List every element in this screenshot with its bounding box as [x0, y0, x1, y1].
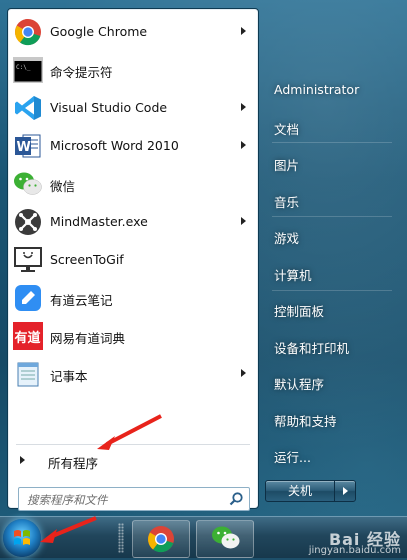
shutdown-options-button[interactable] [334, 480, 356, 502]
word-icon: W [12, 130, 44, 162]
right-item-default-programs[interactable]: 默认程序 [266, 368, 401, 394]
program-label: Google Chrome [50, 24, 148, 39]
program-label: 命令提示符 [50, 65, 113, 80]
program-item-cmd[interactable]: C:\_ 命令提示符 [8, 51, 258, 89]
program-label: 记事本 [50, 369, 88, 384]
program-item-word[interactable]: W Microsoft Word 2010 [8, 127, 258, 165]
right-item-label: 文档 [274, 121, 300, 137]
search-icon[interactable] [228, 491, 244, 507]
watermark-brand: Bai 经验 [328, 530, 401, 549]
right-item-label: 音乐 [274, 194, 300, 210]
right-divider [272, 142, 392, 143]
program-label: ScreenToGif [50, 252, 124, 267]
right-item-user[interactable]: Administrator [266, 76, 401, 102]
right-item-label: 帮助和支持 [274, 413, 337, 429]
right-item-label: 运行... [274, 450, 311, 465]
svg-text:C:\_: C:\_ [16, 64, 31, 71]
svg-text:有道: 有道 [15, 330, 41, 346]
program-item-chrome[interactable]: Google Chrome [8, 13, 258, 51]
youdao-note-icon [12, 282, 44, 314]
submenu-arrow-icon [241, 103, 246, 111]
search-box[interactable] [18, 487, 250, 511]
program-label: 网易有道词典 [50, 331, 126, 346]
right-item-label: 设备和打印机 [274, 340, 350, 356]
right-divider [272, 216, 392, 217]
right-item-help[interactable]: 帮助和支持 [266, 405, 401, 431]
all-programs-button[interactable]: 所有程序 [8, 449, 258, 471]
program-item-wechat[interactable]: 微信 [8, 165, 258, 203]
vscode-icon [12, 92, 44, 124]
windows-logo-icon [14, 530, 30, 545]
taskbar-button-chrome[interactable] [132, 520, 190, 558]
right-item-games[interactable]: 游戏 [266, 222, 401, 248]
submenu-arrow-icon [241, 27, 246, 35]
mindmaster-icon [12, 206, 44, 238]
right-item-label: Administrator [274, 82, 360, 97]
right-divider [272, 290, 392, 291]
program-item-mindmaster[interactable]: MindMaster.exe [8, 203, 258, 241]
right-item-label: 控制面板 [274, 304, 325, 319]
program-list: Google Chrome C:\_ 命令提示符 Visual Studio C… [8, 13, 258, 393]
program-item-screentogif[interactable]: ScreenToGif [8, 241, 258, 279]
submenu-arrow-icon [241, 217, 246, 225]
taskbar: Bai 经验 jingyan.baidu.com [0, 516, 407, 558]
start-menu: Google Chrome C:\_ 命令提示符 Visual Studio C… [0, 0, 407, 516]
right-item-music[interactable]: 音乐 [266, 186, 401, 212]
program-label: 微信 [50, 179, 76, 194]
submenu-arrow-icon [241, 141, 246, 149]
right-item-label: 默认程序 [274, 377, 325, 392]
right-item-control-panel[interactable]: 控制面板 [266, 295, 401, 321]
programs-pane: Google Chrome C:\_ 命令提示符 Visual Studio C… [7, 8, 259, 511]
right-item-devices-printers[interactable]: 设备和打印机 [266, 332, 401, 358]
screentogif-icon [12, 244, 44, 276]
all-programs-label: 所有程序 [48, 456, 99, 471]
taskbar-grip[interactable] [118, 523, 124, 553]
program-item-youdao-note[interactable]: 有道云笔记 [8, 279, 258, 317]
program-label: 有道云笔记 [50, 293, 113, 308]
right-item-label: 图片 [274, 158, 300, 173]
divider [16, 444, 250, 445]
cmd-icon: C:\_ [12, 54, 44, 86]
expand-arrow-icon [20, 456, 25, 464]
baidu-watermark: Bai 经验 jingyan.baidu.com [308, 530, 401, 557]
right-item-computer[interactable]: 计算机 [266, 259, 401, 285]
right-item-pictures[interactable]: 图片 [266, 149, 401, 175]
start-button[interactable] [3, 519, 41, 557]
annotation-arrow [40, 516, 97, 543]
youdao-dict-icon: 有道 [12, 320, 44, 352]
wechat-icon [211, 525, 240, 553]
notepad-icon [12, 358, 44, 390]
right-item-documents[interactable]: 文档 [266, 113, 401, 139]
right-item-label: 游戏 [274, 231, 300, 246]
program-label: MindMaster.exe [50, 214, 148, 229]
program-item-notepad[interactable]: 记事本 [8, 355, 258, 393]
right-pane: Administrator 文档 图片 音乐 游戏 计算机 控制面板 设备和打印… [266, 76, 401, 478]
taskbar-button-wechat[interactable] [196, 520, 254, 558]
watermark-url: jingyan.baidu.com [308, 545, 401, 556]
wechat-icon [12, 168, 44, 200]
program-label: Microsoft Word 2010 [50, 138, 179, 153]
right-item-label: 计算机 [274, 267, 312, 283]
chrome-icon [12, 16, 44, 48]
shutdown-button[interactable]: 关机 [265, 480, 335, 502]
program-item-vscode[interactable]: Visual Studio Code [8, 89, 258, 127]
chrome-icon [147, 525, 175, 553]
search-input[interactable] [25, 491, 219, 508]
submenu-arrow-icon [241, 369, 246, 377]
right-item-run[interactable]: 运行... [266, 441, 401, 467]
program-label: Visual Studio Code [50, 100, 168, 115]
svg-text:W: W [17, 140, 31, 155]
program-item-youdao-dict[interactable]: 有道 网易有道词典 [8, 317, 258, 355]
